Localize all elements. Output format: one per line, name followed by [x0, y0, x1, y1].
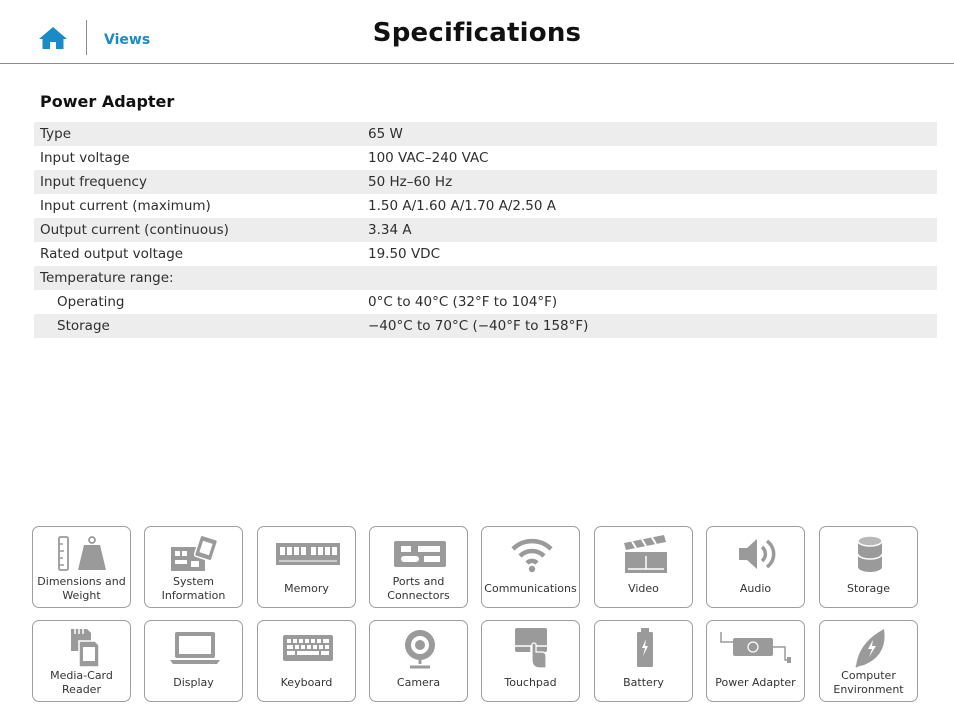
table-row: Input current (maximum) 1.50 A/1.60 A/1.7…	[34, 194, 937, 218]
spec-label: Storage	[57, 318, 110, 334]
laptop-display-icon	[145, 625, 244, 671]
table-row: Output current (continuous) 3.34 A	[34, 218, 937, 242]
spec-label: Output current (continuous)	[40, 222, 229, 238]
spec-value: 100 VAC–240 VAC	[368, 150, 489, 166]
spec-value: 0°C to 40°C (32°F to 104°F)	[368, 294, 558, 310]
table-row: Temperature range:	[34, 266, 937, 290]
spec-value: 50 Hz–60 Hz	[368, 174, 453, 190]
tile-label: Media-Card Reader	[50, 669, 113, 696]
table-row: Type 65 W	[34, 122, 937, 146]
table-row: Rated output voltage 19.50 VDC	[34, 242, 937, 266]
spec-label: Input frequency	[40, 174, 147, 190]
section-title: Power Adapter	[40, 92, 175, 111]
tile-label: Computer Environment	[833, 669, 904, 696]
storage-cylinder-icon	[820, 531, 919, 577]
tile-label: Audio	[739, 582, 772, 595]
tile-label: Camera	[396, 676, 441, 689]
header-bar: Views Specifications	[0, 0, 954, 64]
spec-table: Type 65 W Input voltage 100 VAC–240 VAC In…	[34, 122, 937, 338]
page-title: Specifications	[372, 18, 582, 48]
tile-label: Memory	[284, 582, 329, 595]
category-tiles: Dimensions and Weight System Information	[32, 526, 920, 704]
system-information-icon	[145, 531, 244, 577]
tile-display[interactable]: Display	[144, 620, 243, 702]
tile-system-information[interactable]: System Information	[144, 526, 243, 608]
tile-video[interactable]: Video	[594, 526, 693, 608]
tile-label: Keyboard	[280, 676, 333, 689]
tile-communications[interactable]: Communications	[481, 526, 580, 608]
tile-power-adapter[interactable]: Power Adapter	[706, 620, 805, 702]
spec-label: Input voltage	[40, 150, 130, 166]
tile-camera[interactable]: Camera	[369, 620, 468, 702]
tile-battery[interactable]: Battery	[594, 620, 693, 702]
spec-label: Input current (maximum)	[40, 198, 211, 214]
tile-label: Battery	[623, 676, 664, 689]
table-row: Operating 0°C to 40°C (32°F to 104°F)	[34, 290, 937, 314]
leaf-icon	[820, 625, 919, 671]
spec-value: 1.50 A/1.60 A/1.70 A/2.50 A	[368, 198, 556, 214]
tile-label: Touchpad	[504, 676, 557, 689]
spec-label: Operating	[57, 294, 125, 310]
tile-dimensions-weight[interactable]: Dimensions and Weight	[32, 526, 131, 608]
keyboard-icon	[258, 625, 357, 671]
spec-label: Rated output voltage	[40, 246, 184, 262]
spec-value: −40°C to 70°C (−40°F to 158°F)	[368, 318, 589, 334]
tile-label: Display	[173, 676, 214, 689]
dimensions-weight-icon	[33, 531, 132, 577]
power-adapter-icon	[707, 625, 806, 671]
tile-keyboard[interactable]: Keyboard	[257, 620, 356, 702]
memory-icon	[258, 531, 357, 577]
tile-touchpad[interactable]: Touchpad	[481, 620, 580, 702]
tile-media-card-reader[interactable]: Media-Card Reader	[32, 620, 131, 702]
tile-storage[interactable]: Storage	[819, 526, 918, 608]
clapperboard-icon	[595, 531, 694, 577]
speaker-icon	[707, 531, 806, 577]
spec-value: 19.50 VDC	[368, 246, 440, 262]
spec-value	[368, 266, 937, 290]
spec-value: 65 W	[368, 126, 403, 142]
tile-ports-connectors[interactable]: Ports and Connectors	[369, 526, 468, 608]
tile-label: Storage	[846, 582, 891, 595]
spec-label: Type	[40, 126, 72, 142]
table-row: Input frequency 50 Hz–60 Hz	[34, 170, 937, 194]
touchpad-icon	[482, 625, 581, 671]
webcam-icon	[370, 625, 469, 671]
tile-label: Communications	[484, 582, 577, 595]
table-row: Storage −40°C to 70°C (−40°F to 158°F)	[34, 314, 937, 338]
tile-label: Power Adapter	[715, 676, 796, 689]
battery-icon	[595, 625, 694, 671]
wifi-icon	[482, 531, 581, 577]
tile-label: System Information	[161, 575, 226, 602]
media-card-icon	[33, 625, 132, 671]
tile-audio[interactable]: Audio	[706, 526, 805, 608]
spec-value: 3.34 A	[368, 222, 412, 238]
tile-label: Ports and Connectors	[387, 575, 450, 602]
tile-computer-environment[interactable]: Computer Environment	[819, 620, 918, 702]
ports-connectors-icon	[370, 531, 469, 577]
spec-label: Temperature range:	[40, 270, 174, 286]
tile-label: Dimensions and Weight	[37, 575, 126, 602]
tile-memory[interactable]: Memory	[257, 526, 356, 608]
table-row: Input voltage 100 VAC–240 VAC	[34, 146, 937, 170]
tile-label: Video	[628, 582, 659, 595]
